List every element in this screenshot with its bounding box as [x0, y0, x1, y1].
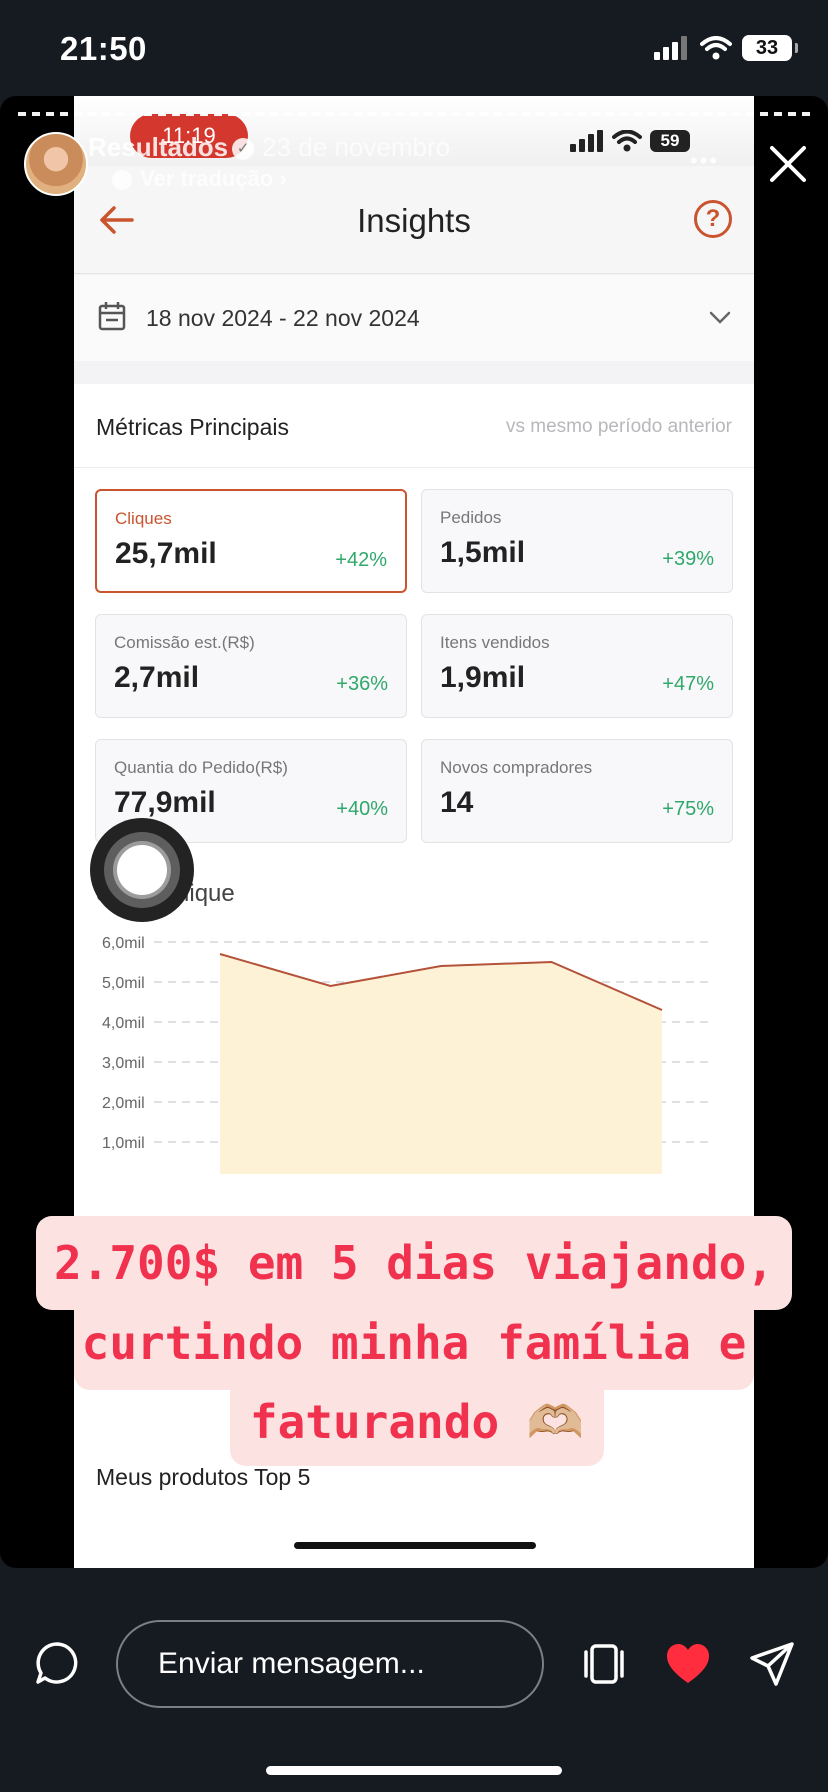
close-icon[interactable] [766, 142, 810, 186]
metrics-title: Métricas Principais [96, 414, 289, 440]
avatar[interactable] [24, 132, 88, 196]
metric-label: Novos compradores [440, 758, 593, 777]
metric-label: Itens vendidos [440, 633, 550, 652]
metrics-comparison-label: vs mesmo período anterior [506, 416, 732, 437]
metric-label: Quantia do Pedido(R$) [114, 758, 288, 777]
chart-area-fill [220, 954, 662, 1174]
inner-signal-icon [570, 130, 603, 152]
story-date: 23 de novembro [262, 132, 451, 162]
story-reply-bar [0, 1568, 828, 1792]
text-sticker-line-2: curtindo minha família e [74, 1296, 754, 1390]
instagram-story-screen: 21:50 33 11:19 59 Insights ? 18 nov 2024… [0, 0, 828, 1792]
translate-label: Ver tradução [140, 166, 274, 191]
os-status-icons: 33 [654, 34, 798, 62]
message-input[interactable] [116, 1620, 544, 1708]
verified-badge-icon: ✓ [232, 138, 255, 161]
metric-value: 25,7mil [115, 537, 217, 570]
page-title: Insights [357, 202, 471, 239]
metric-delta: +39% [662, 548, 714, 570]
metric-delta: +47% [662, 673, 714, 695]
y-tick-label: 3,0mil [102, 1055, 145, 1072]
os-clock: 21:50 [60, 30, 147, 67]
y-tick-label: 6,0mil [102, 935, 145, 952]
more-options-icon[interactable]: ••• [690, 148, 719, 174]
os-status-bar: 21:50 33 [0, 0, 828, 96]
chevron-down-icon [709, 311, 731, 324]
help-icon[interactable]: ? [694, 200, 732, 238]
story-username[interactable]: Resultados ✓ 23 de novembro [88, 132, 450, 163]
calendar-icon [98, 302, 126, 331]
metrics-header: Métricas Principais vs mesmo período ant… [74, 384, 754, 468]
heart-icon[interactable] [664, 1640, 712, 1688]
inner-wifi-icon [612, 130, 642, 152]
metric-value: 14 [440, 786, 474, 819]
click-trend-chart: 6,0mil 5,0mil 4,0mil 3,0mil 2,0mil 1,0mil [102, 935, 714, 1174]
date-range-text: 18 nov 2024 - 22 nov 2024 [146, 305, 420, 331]
text-sticker-line-3: faturando 🫶🏼 [230, 1378, 604, 1466]
metric-value: 2,7mil [114, 661, 200, 694]
inner-home-indicator [294, 1542, 536, 1549]
send-icon[interactable] [748, 1640, 796, 1688]
date-range-selector[interactable]: 18 nov 2024 - 22 nov 2024 [74, 275, 754, 361]
reply-bubble-icon[interactable] [34, 1640, 80, 1686]
battery-icon: 33 [742, 35, 798, 61]
metric-value: 1,9mil [440, 661, 526, 694]
story-progress-bar [18, 112, 810, 116]
metric-delta: +42% [335, 549, 387, 571]
home-indicator [266, 1766, 562, 1775]
metric-delta: +40% [336, 798, 388, 820]
metric-card-new-buyers[interactable]: Novos compradores 14 +75% [421, 739, 733, 843]
metric-card-clicks[interactable]: Cliques 25,7mil +42% [95, 489, 407, 593]
wifi-icon [700, 36, 732, 60]
y-tick-label: 1,0mil [102, 1135, 145, 1152]
y-tick-label: 4,0mil [102, 1015, 145, 1032]
metric-card-orders[interactable]: Pedidos 1,5mil +39% [421, 489, 733, 593]
see-translation-link[interactable]: Ver tradução › [112, 166, 287, 192]
inner-battery-icon: 59 [650, 130, 690, 152]
metric-label: Comissão est.(R$) [114, 633, 255, 652]
metric-value: 1,5mil [440, 536, 526, 569]
cellular-signal-icon [654, 36, 687, 60]
translate-icon [112, 170, 132, 191]
assistive-touch-button[interactable] [90, 818, 194, 922]
metric-card-items-sold[interactable]: Itens vendidos 1,9mil +47% [421, 614, 733, 718]
metric-delta: +75% [662, 798, 714, 820]
metric-value: 77,9mil [114, 786, 216, 819]
username-text: Resultados [88, 132, 229, 162]
y-tick-label: 2,0mil [102, 1095, 145, 1112]
remix-cards-icon[interactable] [580, 1640, 628, 1688]
metric-card-commission[interactable]: Comissão est.(R$) 2,7mil +36% [95, 614, 407, 718]
y-tick-label: 5,0mil [102, 975, 145, 992]
metric-label: Pedidos [440, 508, 502, 527]
inner-status-icons: 59 [570, 130, 690, 152]
metric-delta: +36% [336, 673, 388, 695]
metric-label: Cliques [115, 509, 172, 528]
top-products-title: Meus produtos Top 5 [96, 1464, 311, 1490]
story-content[interactable]: 11:19 59 Insights ? 18 nov 2024 - 22 nov… [0, 96, 828, 1568]
